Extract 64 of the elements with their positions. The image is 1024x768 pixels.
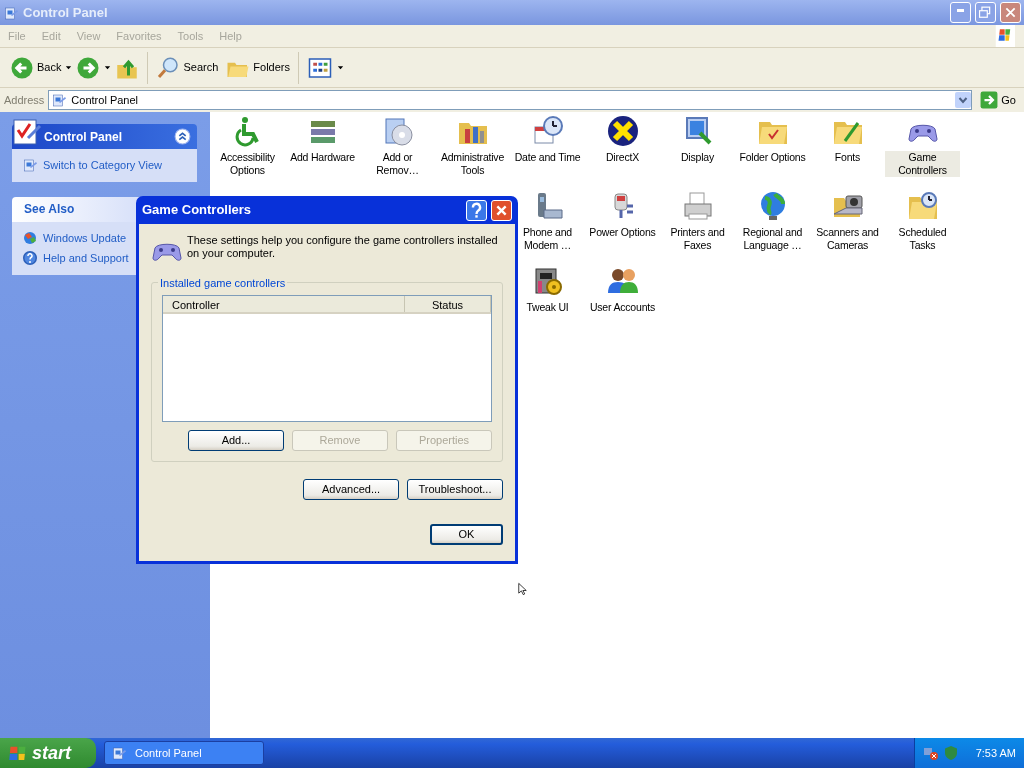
- control-panel-item[interactable]: Scanners and Cameras: [810, 226, 885, 252]
- network-warning-icon[interactable]: [923, 745, 939, 761]
- dropdown-caret-icon: [65, 64, 73, 71]
- control-panel-item[interactable]: Add Hardware: [289, 151, 356, 164]
- control-panel-item[interactable]: Regional and Language …: [735, 226, 810, 252]
- folder-clock-icon[interactable]: [906, 190, 939, 222]
- control-panel-item[interactable]: Power Options: [588, 226, 657, 239]
- window-title: Control Panel: [23, 3, 109, 22]
- category-view-icon: [22, 157, 38, 174]
- minimize-icon: [957, 9, 964, 12]
- dropdown-caret-icon: [337, 64, 344, 71]
- clock: 7:53 AM: [975, 745, 1016, 761]
- go-button[interactable]: Go: [976, 89, 1020, 111]
- control-panel-item[interactable]: Fonts: [833, 151, 862, 164]
- dialog-button[interactable]: Add...: [188, 430, 284, 451]
- control-panel-icon: [3, 4, 19, 21]
- dialog-button[interactable]: Advanced...: [303, 479, 399, 500]
- help-icon: [22, 250, 38, 267]
- sidebar-link[interactable]: Help and Support: [22, 248, 187, 269]
- control-panel-icon: [51, 92, 68, 108]
- control-panel-item[interactable]: DirectX: [605, 151, 640, 164]
- control-panel-item[interactable]: Date and Time: [513, 151, 582, 164]
- control-panel-item[interactable]: User Accounts: [588, 301, 657, 314]
- address-field[interactable]: Control Panel: [48, 90, 973, 110]
- taskbar-button[interactable]: Control Panel: [104, 741, 264, 765]
- ok-button[interactable]: OK: [430, 524, 503, 545]
- close-button[interactable]: [491, 199, 512, 221]
- control-panel-item[interactable]: Administrative Tools: [435, 151, 510, 177]
- control-panel-item[interactable]: Game Controllers: [885, 151, 960, 177]
- printer-icon[interactable]: [681, 190, 714, 222]
- grid-icon: [307, 55, 333, 80]
- sidebar-link[interactable]: Windows Update: [22, 227, 187, 248]
- dialog-title: Game Controllers: [142, 201, 253, 220]
- address-label: Address: [4, 92, 45, 108]
- restore-button[interactable]: [975, 2, 996, 23]
- checklist-icon: [10, 116, 42, 148]
- control-panel-item[interactable]: Add or Remov…: [360, 151, 435, 177]
- folders-button[interactable]: Folders: [222, 53, 294, 82]
- panel-title: See Also: [24, 201, 75, 218]
- windows-update-icon: [22, 229, 38, 246]
- search-icon: [156, 55, 181, 80]
- dialog-button[interactable]: Troubleshoot...: [407, 479, 503, 500]
- dropdown-button-icon[interactable]: [955, 91, 972, 109]
- control-panel-item[interactable]: Accessibility Options: [210, 151, 285, 177]
- column-header[interactable]: Status: [405, 296, 491, 312]
- intro-text: These settings help you configure the game controllers installed on your computer.: [187, 234, 499, 260]
- collapse-button-icon[interactable]: [174, 128, 191, 145]
- controller-list[interactable]: Controller Status: [162, 295, 492, 422]
- control-panel-item[interactable]: Printers and Faxes: [660, 226, 735, 252]
- search-button[interactable]: Search: [152, 53, 223, 82]
- control-panel-item[interactable]: Folder Options: [738, 151, 807, 164]
- panel-title: Control Panel: [44, 128, 122, 146]
- control-panel-icon: [111, 745, 127, 761]
- control-panel-item[interactable]: Scheduled Tasks: [885, 226, 960, 252]
- start-button[interactable]: start: [0, 738, 96, 768]
- minimize-button[interactable]: [950, 2, 971, 23]
- control-panel-item[interactable]: Tweak UI: [525, 301, 570, 314]
- x-logo-icon[interactable]: [606, 115, 639, 147]
- calendar-clock-icon[interactable]: [531, 115, 564, 147]
- back-button[interactable]: Back: [6, 53, 66, 82]
- help-button[interactable]: [466, 199, 487, 221]
- dropdown-caret-icon: [104, 64, 112, 71]
- control-panel-item[interactable]: Display: [680, 151, 715, 164]
- column-header[interactable]: Controller: [163, 296, 405, 312]
